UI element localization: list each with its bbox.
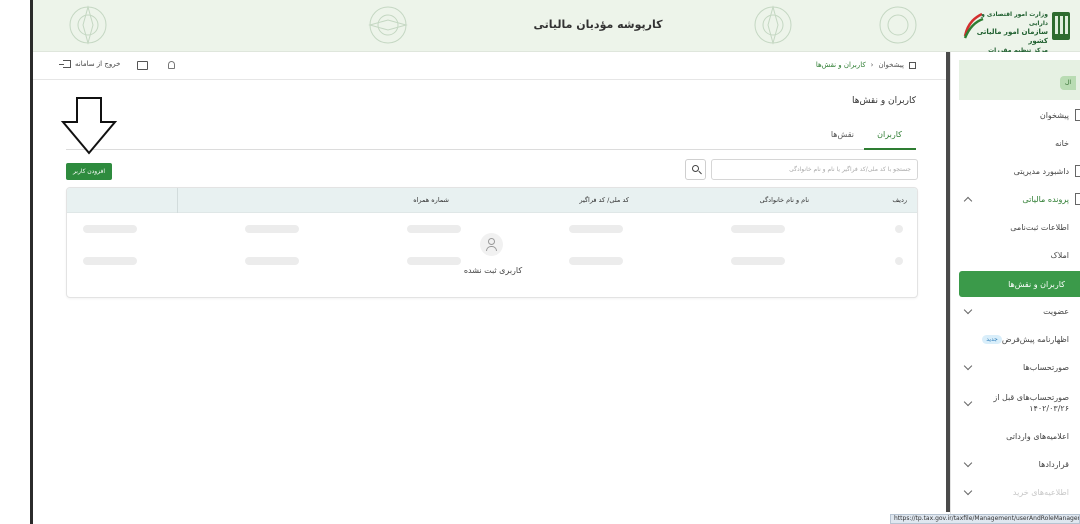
new-badge: جدید bbox=[982, 334, 1002, 344]
sidebar-item-home[interactable]: خانه bbox=[959, 131, 1080, 155]
skeleton-placeholder bbox=[895, 257, 903, 265]
top-toolbar: خروج از سامانه کاربران و نقش‌ها › پیشخوا… bbox=[33, 52, 946, 80]
chevron-down-icon bbox=[963, 305, 973, 315]
column-header-national-code: کد ملی/ کد فراگیر bbox=[579, 196, 629, 204]
column-header-name: نام و نام خانوادگی bbox=[759, 196, 809, 204]
skeleton-placeholder bbox=[731, 257, 785, 265]
skeleton-placeholder bbox=[245, 257, 299, 265]
sidebar-item-default-declaration[interactable]: جدید اظهارنامه پیش‌فرض bbox=[959, 327, 1080, 351]
breadcrumb-home-link[interactable]: پیشخوان bbox=[878, 61, 904, 69]
sidebar-item-management-dashboard[interactable]: داشبورد مدیریتی bbox=[959, 159, 1080, 183]
skeleton-placeholder bbox=[895, 225, 903, 233]
add-user-button[interactable]: افزودن کاربر bbox=[66, 163, 112, 180]
sidebar-item-registration-info[interactable]: اطلاعات ثبت‌نامی bbox=[959, 215, 1080, 239]
sidebar-item-dashboard[interactable]: پیشخوان bbox=[959, 103, 1080, 127]
status-bar-url: https://tp.tax.gov.ir/taxfile/Management… bbox=[890, 514, 1080, 524]
sidebar-item-membership[interactable]: عضویت bbox=[959, 299, 1080, 323]
chevron-down-icon bbox=[963, 361, 973, 371]
tab-roles[interactable]: نقش‌ها bbox=[831, 130, 854, 139]
app-title: کارپوشه مؤدیان مالیاتی bbox=[533, 18, 663, 31]
page-title: کاربران و نقش‌ها bbox=[851, 96, 916, 106]
dashboard-icon bbox=[1075, 109, 1080, 121]
logo-text: وزارت امور اقتصادی و دارایی سازمان امور … bbox=[976, 11, 1048, 54]
breadcrumb-separator-icon: › bbox=[870, 61, 874, 69]
chart-icon bbox=[1075, 165, 1080, 177]
search-button[interactable] bbox=[685, 159, 706, 180]
ornament-pattern-icon bbox=[69, 5, 107, 45]
file-icon bbox=[1075, 193, 1080, 205]
skeleton-placeholder bbox=[569, 257, 623, 265]
sidebar-item-old-invoices[interactable]: صورتحساب‌های قبل از ۱۴۰۲/۰۳/۲۶ bbox=[959, 387, 1080, 419]
no-user-icon bbox=[480, 233, 503, 256]
column-header-mobile: شماره همراه bbox=[413, 196, 449, 204]
active-tab-indicator bbox=[864, 148, 916, 150]
skeleton-placeholder bbox=[407, 257, 461, 265]
empty-state-text: کاربری ثبت نشده bbox=[463, 266, 523, 275]
search-input[interactable]: جستجو با کد ملی/کد فراگیر یا نام و نام خ… bbox=[711, 159, 918, 180]
sidebar-item-users-and-roles[interactable]: کاربران و نقش‌ها bbox=[959, 271, 1080, 297]
sidebar-item-invoices[interactable]: صورتحساب‌ها bbox=[959, 355, 1080, 379]
home-icon bbox=[909, 61, 916, 69]
sidebar-item-purchase-notices[interactable]: اطلاعیه‌های خرید bbox=[959, 480, 1080, 504]
tab-users[interactable]: کاربران bbox=[877, 130, 902, 139]
skeleton-placeholder bbox=[407, 225, 461, 233]
breadcrumb-current: کاربران و نقش‌ها bbox=[815, 61, 866, 69]
app-header: کارپوشه مؤدیان مالیاتی وزارت امور اقتصاد… bbox=[33, 0, 1080, 54]
ornament-pattern-icon bbox=[754, 5, 792, 45]
chevron-up-icon bbox=[963, 196, 973, 206]
bell-icon[interactable] bbox=[168, 61, 175, 69]
sidebar-item-contracts[interactable]: قراردادها bbox=[959, 452, 1080, 476]
chevron-down-icon bbox=[963, 397, 973, 407]
skeleton-placeholder bbox=[83, 225, 137, 233]
down-arrow-annotation-icon bbox=[60, 97, 118, 155]
organization-logo[interactable]: وزارت امور اقتصادی و دارایی سازمان امور … bbox=[962, 10, 1072, 54]
app-window: کارپوشه مؤدیان مالیاتی وزارت امور اقتصاد… bbox=[0, 0, 1080, 524]
skeleton-placeholder bbox=[83, 257, 137, 265]
sidebar-item-properties[interactable]: املاک bbox=[959, 243, 1080, 267]
column-header-row: ردیف bbox=[892, 196, 907, 204]
table-header: ردیف نام و نام خانوادگی کد ملی/ کد فراگی… bbox=[67, 188, 917, 213]
breadcrumb: کاربران و نقش‌ها › پیشخوان bbox=[816, 61, 916, 69]
sidebar: ال پیشخوان خانه داشبورد مدیریتی پرونده م… bbox=[950, 52, 1080, 524]
skeleton-placeholder bbox=[569, 225, 623, 233]
logout-icon bbox=[59, 60, 71, 68]
skeleton-placeholder bbox=[731, 225, 785, 233]
sidebar-pill[interactable]: ال bbox=[1060, 76, 1076, 90]
sidebar-item-tax-file[interactable]: پرونده مالیاتی bbox=[959, 187, 1080, 211]
chevron-down-icon bbox=[963, 458, 973, 468]
main-content: کاربران و نقش‌ها کاربران نقش‌ها افزودن ک… bbox=[33, 80, 946, 524]
ornament-pattern-icon bbox=[879, 6, 917, 44]
sidebar-item-import-declarations[interactable]: اعلامیه‌های وارداتی bbox=[959, 424, 1080, 448]
tab-bar: کاربران نقش‌ها bbox=[66, 124, 916, 150]
logout-button[interactable]: خروج از سامانه bbox=[59, 60, 121, 68]
ornament-pattern-icon bbox=[368, 6, 408, 44]
chevron-down-icon bbox=[963, 486, 973, 496]
skeleton-placeholder bbox=[245, 225, 299, 233]
folder-icon[interactable] bbox=[137, 61, 148, 70]
users-table: ردیف نام و نام خانوادگی کد ملی/ کد فراگی… bbox=[66, 187, 918, 298]
logout-label: خروج از سامانه bbox=[75, 60, 121, 68]
emblem-icon bbox=[1052, 12, 1070, 40]
